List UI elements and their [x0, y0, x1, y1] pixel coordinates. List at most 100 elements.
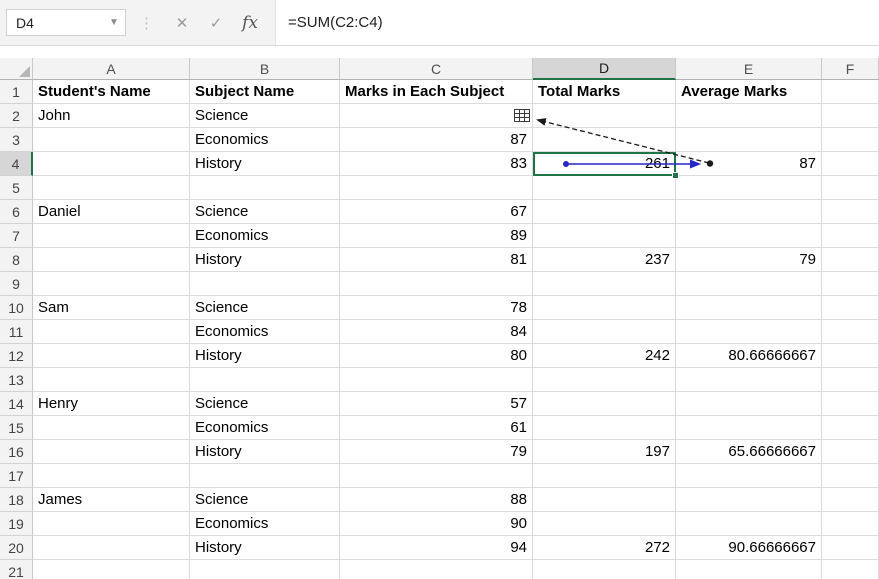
- cell-A20[interactable]: [33, 536, 190, 560]
- cell-B7[interactable]: Economics: [190, 224, 340, 248]
- row-header-18[interactable]: 18: [0, 488, 33, 512]
- cell-A6[interactable]: Daniel: [33, 200, 190, 224]
- name-box-dropdown-icon[interactable]: ▼: [103, 17, 125, 28]
- cell-E12[interactable]: 80.66666667: [676, 344, 822, 368]
- cell-E17[interactable]: [676, 464, 822, 488]
- cell-C11[interactable]: 84: [340, 320, 533, 344]
- cell-B20[interactable]: History: [190, 536, 340, 560]
- cell-A12[interactable]: [33, 344, 190, 368]
- cell-A19[interactable]: [33, 512, 190, 536]
- cell-C17[interactable]: [340, 464, 533, 488]
- row-header-7[interactable]: 7: [0, 224, 33, 248]
- cell-D14[interactable]: [533, 392, 676, 416]
- cell-F1[interactable]: [822, 80, 879, 104]
- cell-A5[interactable]: [33, 176, 190, 200]
- cell-D19[interactable]: [533, 512, 676, 536]
- cell-C13[interactable]: [340, 368, 533, 392]
- cell-D17[interactable]: [533, 464, 676, 488]
- cell-A8[interactable]: [33, 248, 190, 272]
- cell-B16[interactable]: History: [190, 440, 340, 464]
- column-header-C[interactable]: C: [340, 58, 533, 80]
- cell-F10[interactable]: [822, 296, 879, 320]
- cell-C5[interactable]: [340, 176, 533, 200]
- cell-F19[interactable]: [822, 512, 879, 536]
- cell-D21[interactable]: [533, 560, 676, 579]
- row-header-9[interactable]: 9: [0, 272, 33, 296]
- cell-D16[interactable]: 197: [533, 440, 676, 464]
- cell-E11[interactable]: [676, 320, 822, 344]
- cell-D20[interactable]: 272: [533, 536, 676, 560]
- cell-B15[interactable]: Economics: [190, 416, 340, 440]
- cell-D4[interactable]: 261: [533, 152, 676, 176]
- cell-B4[interactable]: History: [190, 152, 340, 176]
- cell-A2[interactable]: John: [33, 104, 190, 128]
- row-header-8[interactable]: 8: [0, 248, 33, 272]
- cell-D12[interactable]: 242: [533, 344, 676, 368]
- cell-F11[interactable]: [822, 320, 879, 344]
- row-header-4[interactable]: 4: [0, 152, 33, 176]
- cell-C4[interactable]: 83: [340, 152, 533, 176]
- cell-C2[interactable]: [340, 104, 533, 128]
- cell-E18[interactable]: [676, 488, 822, 512]
- cell-A4[interactable]: [33, 152, 190, 176]
- fill-handle[interactable]: [672, 172, 679, 179]
- cell-A16[interactable]: [33, 440, 190, 464]
- cell-E6[interactable]: [676, 200, 822, 224]
- row-header-11[interactable]: 11: [0, 320, 33, 344]
- cell-D15[interactable]: [533, 416, 676, 440]
- cell-F13[interactable]: [822, 368, 879, 392]
- cell-F20[interactable]: [822, 536, 879, 560]
- cell-C1[interactable]: Marks in Each Subject: [340, 80, 533, 104]
- row-header-13[interactable]: 13: [0, 368, 33, 392]
- name-box[interactable]: D4 ▼: [6, 9, 126, 36]
- cell-C6[interactable]: 67: [340, 200, 533, 224]
- row-header-2[interactable]: 2: [0, 104, 33, 128]
- select-all-corner[interactable]: [0, 58, 33, 80]
- cell-E20[interactable]: 90.66666667: [676, 536, 822, 560]
- row-header-20[interactable]: 20: [0, 536, 33, 560]
- cell-F17[interactable]: [822, 464, 879, 488]
- cell-D13[interactable]: [533, 368, 676, 392]
- cell-B6[interactable]: Science: [190, 200, 340, 224]
- cancel-icon[interactable]: ✕: [165, 14, 199, 32]
- cell-F5[interactable]: [822, 176, 879, 200]
- cell-E21[interactable]: [676, 560, 822, 579]
- cell-B13[interactable]: [190, 368, 340, 392]
- cell-A21[interactable]: [33, 560, 190, 579]
- row-header-15[interactable]: 15: [0, 416, 33, 440]
- cell-D3[interactable]: [533, 128, 676, 152]
- cell-B9[interactable]: [190, 272, 340, 296]
- cell-F6[interactable]: [822, 200, 879, 224]
- cell-F16[interactable]: [822, 440, 879, 464]
- cell-B1[interactable]: Subject Name: [190, 80, 340, 104]
- column-header-B[interactable]: B: [190, 58, 340, 80]
- cell-A7[interactable]: [33, 224, 190, 248]
- cell-D9[interactable]: [533, 272, 676, 296]
- cell-F3[interactable]: [822, 128, 879, 152]
- cell-E16[interactable]: 65.66666667: [676, 440, 822, 464]
- cell-C7[interactable]: 89: [340, 224, 533, 248]
- insert-function-icon[interactable]: fx: [233, 13, 267, 33]
- cell-D6[interactable]: [533, 200, 676, 224]
- cell-B21[interactable]: [190, 560, 340, 579]
- formula-bar-drag-handle[interactable]: ⋮: [139, 14, 153, 32]
- cell-E2[interactable]: [676, 104, 822, 128]
- cell-E9[interactable]: [676, 272, 822, 296]
- cell-C21[interactable]: [340, 560, 533, 579]
- cell-E19[interactable]: [676, 512, 822, 536]
- cell-F2[interactable]: [822, 104, 879, 128]
- column-header-A[interactable]: A: [33, 58, 190, 80]
- cell-E15[interactable]: [676, 416, 822, 440]
- cell-C14[interactable]: 57: [340, 392, 533, 416]
- cell-A10[interactable]: Sam: [33, 296, 190, 320]
- cell-B19[interactable]: Economics: [190, 512, 340, 536]
- cell-C16[interactable]: 79: [340, 440, 533, 464]
- cell-C20[interactable]: 94: [340, 536, 533, 560]
- row-header-16[interactable]: 16: [0, 440, 33, 464]
- cell-B10[interactable]: Science: [190, 296, 340, 320]
- cell-E4[interactable]: 87: [676, 152, 822, 176]
- cell-D7[interactable]: [533, 224, 676, 248]
- cell-B11[interactable]: Economics: [190, 320, 340, 344]
- cell-E10[interactable]: [676, 296, 822, 320]
- row-header-10[interactable]: 10: [0, 296, 33, 320]
